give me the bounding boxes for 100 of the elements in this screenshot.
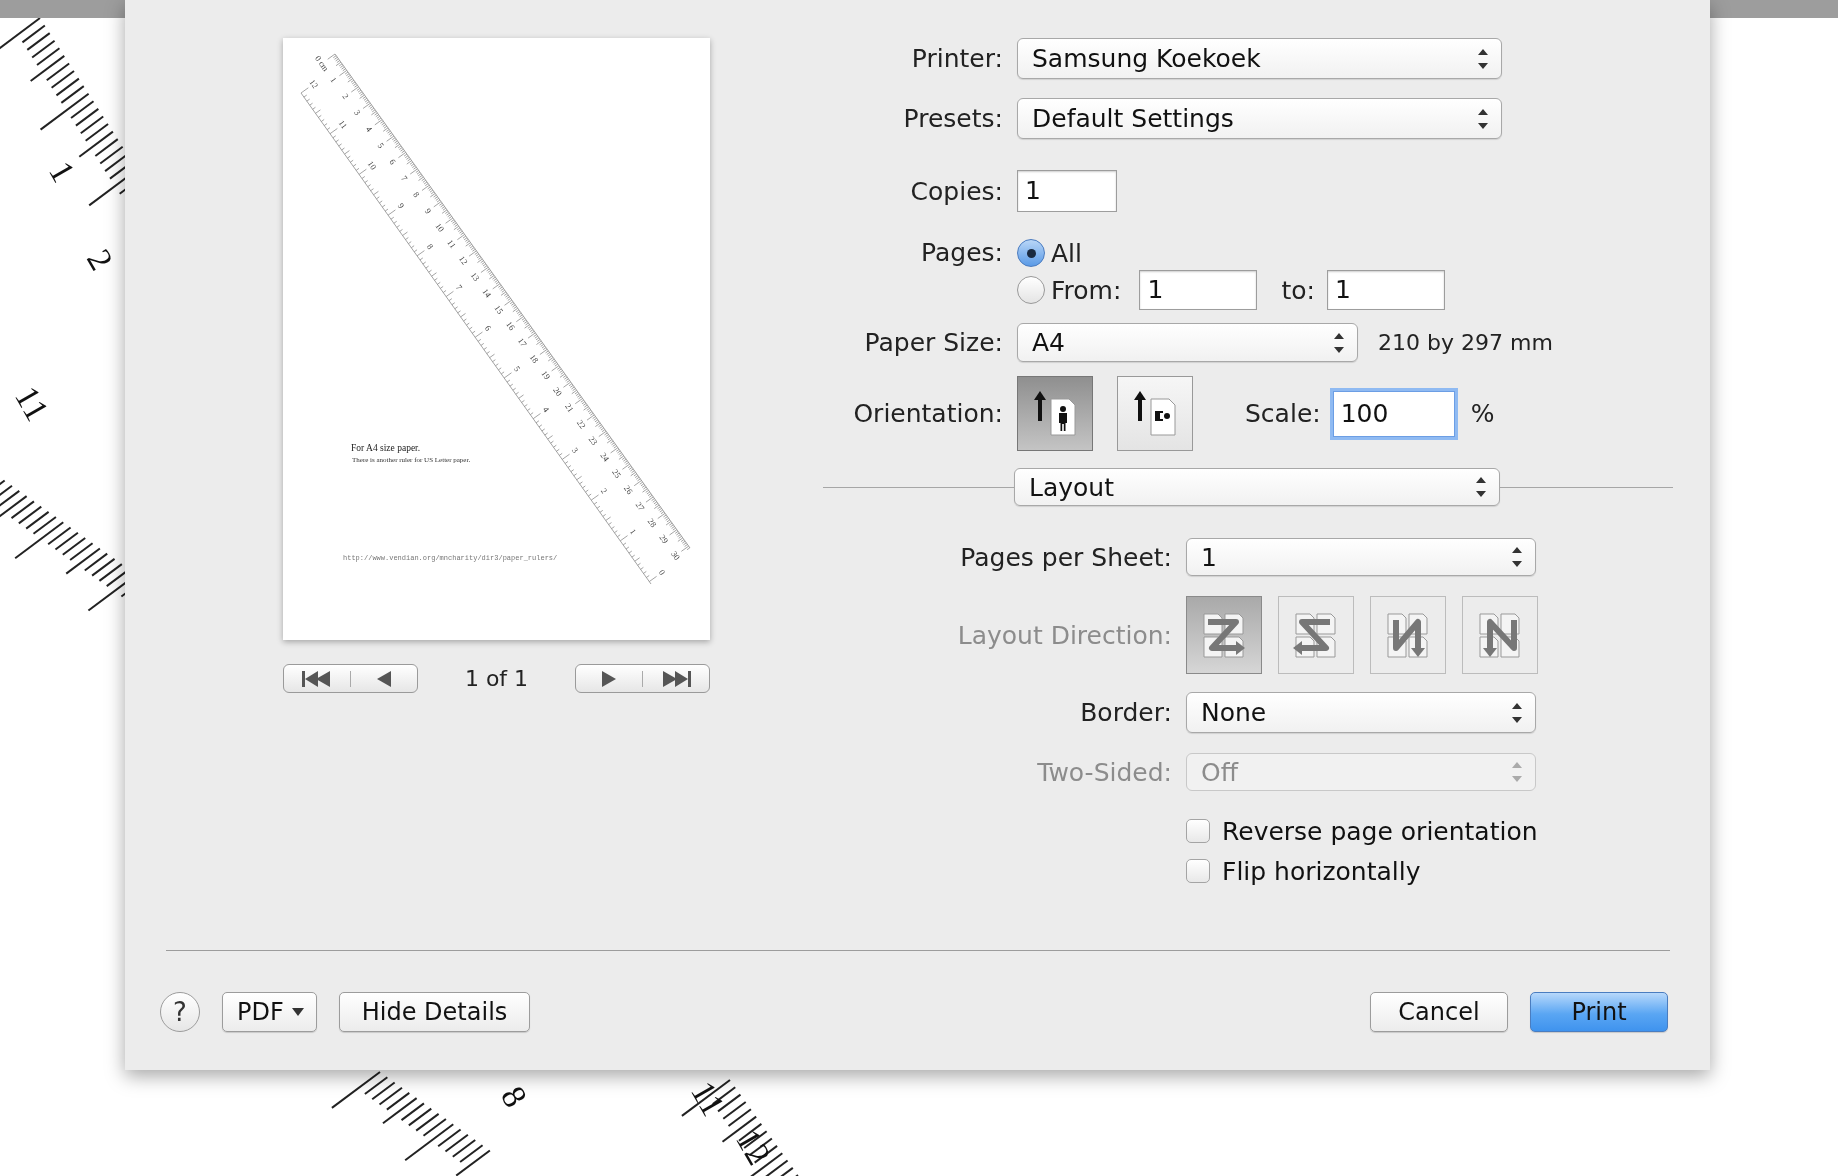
ruler-number: 1	[627, 526, 639, 537]
ruler-number: 11	[336, 118, 350, 131]
ruler-number: 4	[363, 124, 375, 134]
ruler-number: 12	[728, 1123, 778, 1171]
ruler-number: 6	[482, 323, 494, 333]
field-label: Layout Direction:	[956, 620, 1172, 650]
ruler-number: 10	[365, 158, 379, 172]
ruler-number: 22	[574, 417, 588, 431]
ruler-number: 11	[7, 380, 57, 427]
ruler-number: 30	[669, 549, 683, 562]
checkbox-label[interactable]: Reverse page orientation	[1222, 816, 1538, 846]
ruler-number: 29	[657, 532, 671, 546]
ruler-number: 25	[610, 467, 624, 480]
popup-button[interactable]: 1	[1186, 538, 1536, 576]
field-label: Two-Sided:	[1036, 757, 1172, 787]
radio-label[interactable]: From:	[1051, 275, 1122, 305]
ruler-number: 5	[511, 364, 523, 374]
ruler-number: 26	[621, 483, 636, 497]
ruler-number: 11	[445, 237, 459, 250]
ruler-number: 11	[683, 1075, 733, 1122]
checkbox[interactable]	[1186, 859, 1210, 883]
help-button[interactable]: ?	[160, 992, 200, 1032]
updown-arrows-icon	[1477, 107, 1489, 130]
field-label: Paper Size:	[863, 328, 1003, 357]
updown-arrows-icon	[1511, 761, 1523, 783]
popup-button[interactable]: Layout	[1014, 468, 1500, 506]
radio-button[interactable]	[1017, 239, 1045, 267]
ruler-number: 8	[493, 1080, 535, 1114]
landscape-page-icon	[1133, 390, 1177, 437]
field-label: Border:	[1079, 698, 1172, 727]
ruler-number: 7	[453, 282, 465, 292]
checkbox[interactable]	[1186, 819, 1210, 843]
ruler-number: 8	[411, 189, 422, 200]
ruler-number: 2	[79, 243, 121, 277]
field-label: Presets:	[902, 104, 1003, 133]
ruler-number: 13	[468, 270, 482, 283]
radio-button[interactable]	[1017, 276, 1045, 304]
updown-arrows-icon	[1477, 47, 1489, 70]
orientation-button[interactable]	[1017, 376, 1093, 451]
ruler-number: 12	[307, 77, 321, 91]
ruler-number: 20	[551, 385, 565, 398]
ruler-number: 14	[480, 286, 494, 300]
ruler-number: 16	[504, 319, 518, 333]
popup-button[interactable]: Samsung Koekoek	[1017, 38, 1502, 79]
field-label: Orientation:	[852, 399, 1003, 428]
pdf-menu-button[interactable]: PDF	[222, 992, 317, 1032]
ruler-number: 0	[657, 567, 668, 577]
ruler-number: 21	[563, 401, 577, 415]
page-heading: For A4 size paper.	[351, 443, 421, 453]
ruler-number: 4	[540, 404, 552, 415]
popup-button[interactable]: Default Settings	[1017, 98, 1502, 139]
default-button[interactable]: Print	[1530, 992, 1668, 1032]
ruler-number: 18	[527, 352, 541, 365]
updown-arrows-icon	[1511, 701, 1523, 724]
popup-button: Off	[1186, 753, 1536, 791]
page-indicator: 1 of 1	[464, 666, 529, 691]
ruler-number: 7	[399, 173, 410, 183]
ruler-number: 17	[515, 335, 529, 349]
field-label: Copies:	[909, 176, 1003, 206]
ruler-number: 19	[539, 368, 553, 382]
paper-dimensions: 210 by 297 mm	[1378, 330, 1553, 355]
push-button[interactable]: Cancel	[1370, 992, 1508, 1032]
ruler-number: 27	[633, 499, 647, 513]
caret-down-icon	[291, 1008, 304, 1016]
ruler-number: 15	[492, 303, 506, 316]
portrait-page-icon	[1033, 390, 1077, 437]
field-label: Pages:	[920, 238, 1003, 267]
orientation-button[interactable]	[1117, 376, 1193, 451]
ruler-number: 3	[569, 445, 581, 455]
field-label: Pages per Sheet:	[959, 542, 1172, 572]
checkbox-label[interactable]: Flip horizontally	[1222, 856, 1421, 886]
ruler-number: 12	[456, 253, 470, 267]
ruler-number: 3	[352, 107, 363, 118]
field-label: Printer:	[910, 44, 1003, 73]
ruler-number: 9	[422, 206, 434, 216]
field-label: Scale:	[1245, 399, 1321, 428]
ruler-number: 2	[340, 91, 351, 101]
input-field[interactable]: 100	[1332, 390, 1455, 437]
ruler-number: 1	[41, 155, 83, 189]
ruler-number: 8	[424, 241, 436, 252]
popup-button[interactable]: None	[1186, 692, 1536, 733]
popup-button[interactable]: A4	[1017, 323, 1358, 362]
ruler-number: 0 cm	[313, 53, 331, 74]
ruler-number: 24	[598, 450, 612, 464]
ruler-number: 2	[598, 486, 610, 496]
ruler-number: 28	[645, 516, 659, 529]
input-field[interactable]: 1	[1326, 270, 1445, 310]
updown-arrows-icon	[1475, 476, 1487, 498]
ruler-number: 23	[586, 434, 600, 447]
ruler-number: 10	[433, 221, 447, 234]
radio-label[interactable]: All	[1051, 238, 1082, 268]
push-button[interactable]: Hide Details	[338, 992, 531, 1032]
input-field[interactable]: 1	[1017, 170, 1117, 212]
ruler-number: 5	[375, 140, 387, 150]
updown-arrows-icon	[1333, 331, 1345, 354]
ruler-number: 1	[328, 75, 340, 85]
input-field[interactable]: 1	[1139, 270, 1258, 310]
field-label: to:	[1281, 275, 1315, 305]
ruler-number: 9	[395, 201, 407, 211]
unit-label: %	[1470, 399, 1495, 428]
